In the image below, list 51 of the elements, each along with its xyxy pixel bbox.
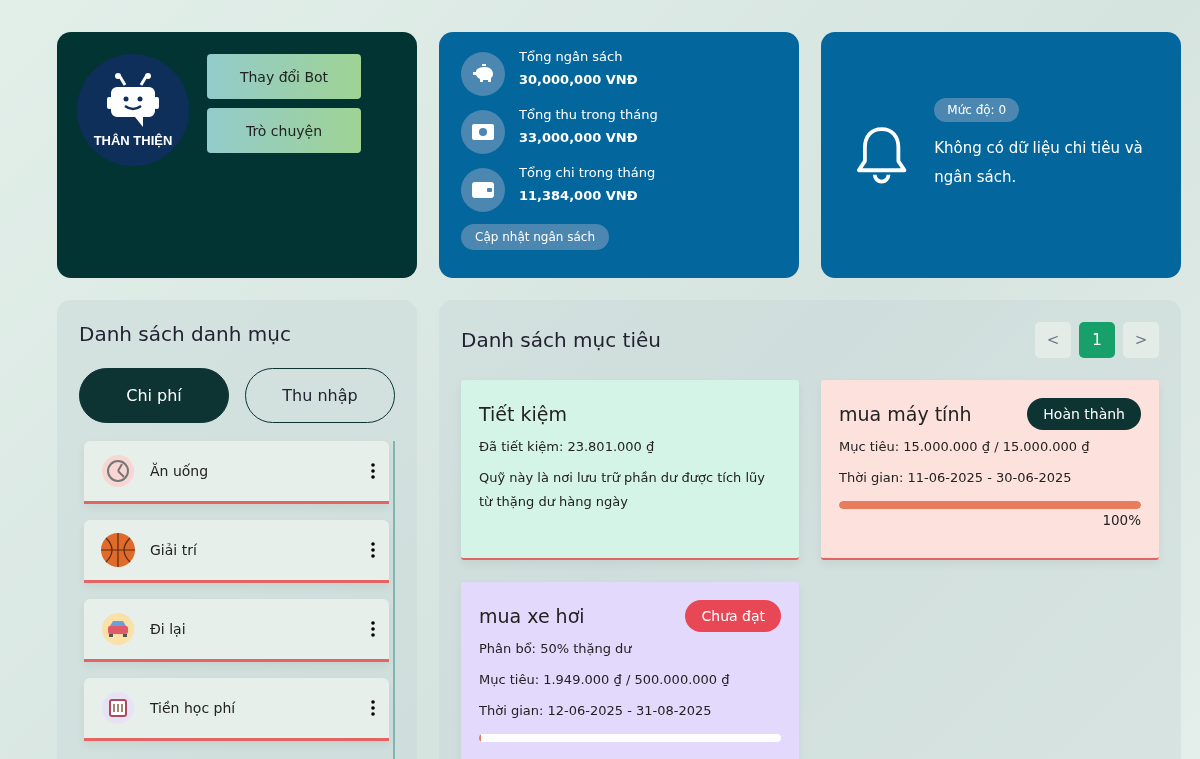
status-badge: Chưa đạt xyxy=(685,600,781,632)
basketball-icon xyxy=(100,532,136,568)
bot-mode-label: THÂN THIỆN xyxy=(93,132,173,148)
budget-label: Tổng ngân sách xyxy=(519,49,624,64)
goal-title: Tiết kiệm xyxy=(479,403,567,425)
next-page-button[interactable]: > xyxy=(1123,322,1159,358)
goal-detail: Phân bổ: 50% thặng dư xyxy=(479,640,633,658)
category-name: Đi lại xyxy=(150,621,187,637)
more-icon[interactable] xyxy=(371,700,375,716)
goal-detail: Quỹ này là nơi lưu trữ phần dư được tích lũy từ thặng dư hàng ngày xyxy=(479,469,766,511)
goal-detail: Mục tiêu: 15.000.000 ₫ / 15.000.000 ₫ xyxy=(839,438,1091,456)
wallet-icon xyxy=(471,180,495,200)
category-name: Tiền học phí xyxy=(150,700,237,716)
budget-label: Tổng chi trong tháng xyxy=(519,165,656,180)
banknote-icon xyxy=(471,123,495,141)
goal-detail: Thời gian: 11-06-2025 - 30-06-2025 xyxy=(839,469,1073,487)
progress-percent: 100% xyxy=(1102,512,1141,528)
update-budget-button[interactable]: Cập nhật ngân sách xyxy=(461,224,610,250)
category-item[interactable]: Ăn uống xyxy=(84,441,389,504)
budget-value: 33,000,000 VNĐ xyxy=(519,130,639,145)
category-item[interactable]: Đi lại xyxy=(84,599,389,662)
goal-title: mua xe hơi xyxy=(479,605,585,627)
category-item[interactable]: Tiền học phí xyxy=(84,678,389,741)
bot-action-button[interactable]: Trò chuyện xyxy=(207,108,361,153)
category-name: Ăn uống xyxy=(150,463,210,479)
scrollbar[interactable] xyxy=(393,441,395,759)
budget-value: 30,000,000 VNĐ xyxy=(519,72,638,87)
goal-detail: Đã tiết kiệm: 23.801.000 ₫ xyxy=(479,438,656,456)
goal-title: mua máy tính xyxy=(839,403,972,425)
panel-title: Danh sách mục tiêu xyxy=(461,328,661,352)
alert-message: Không có dữ liệu chi tiêu và ngân sách. xyxy=(934,138,1144,188)
panel-title: Danh sách danh mục xyxy=(79,322,292,346)
clock-icon xyxy=(100,453,136,489)
book-icon xyxy=(100,690,136,726)
more-icon[interactable] xyxy=(371,463,375,479)
category-tab[interactable]: Chi phí xyxy=(79,368,229,423)
piggy-bank-icon xyxy=(471,64,495,84)
bot-action-button[interactable]: Thay đổi Bot xyxy=(207,54,361,99)
goal-detail: Thời gian: 12-06-2025 - 31-08-2025 xyxy=(479,702,713,720)
car-icon xyxy=(100,611,136,647)
category-name: Giải trí xyxy=(150,542,198,558)
robot-icon xyxy=(107,72,159,129)
budget-value: 11,384,000 VNĐ xyxy=(519,188,639,203)
level-badge: Mức độ: 0 xyxy=(934,98,1020,122)
status-badge: Hoàn thành xyxy=(1027,398,1141,430)
more-icon[interactable] xyxy=(371,542,375,558)
category-item[interactable]: Giải trí xyxy=(84,520,389,583)
budget-label: Tổng thu trong tháng xyxy=(519,107,658,122)
previous-page-button[interactable]: < xyxy=(1035,322,1071,358)
more-icon[interactable] xyxy=(371,621,375,637)
goal-detail: Mục tiêu: 1.949.000 ₫ / 500.000.000 ₫ xyxy=(479,671,731,689)
